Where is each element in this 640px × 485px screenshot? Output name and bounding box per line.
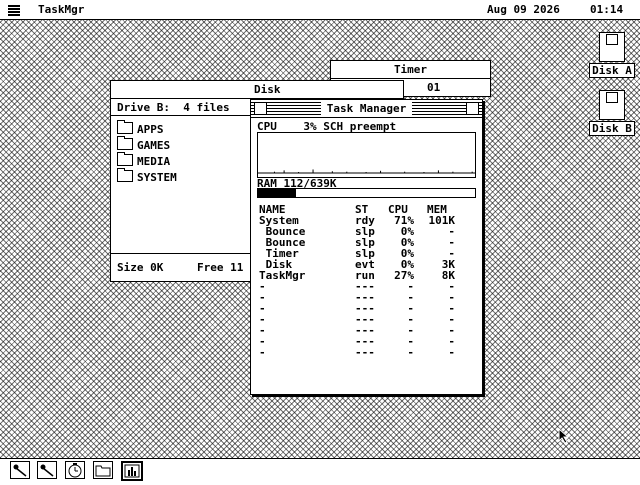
disk-a-icon[interactable]: Disk A bbox=[582, 32, 640, 78]
disk-header: Drive B: 4 files bbox=[117, 101, 230, 114]
ram-usage-bar bbox=[257, 188, 476, 198]
disk-free: Free 11 bbox=[197, 261, 244, 274]
proc-state: --- bbox=[355, 346, 375, 359]
task-manager-window[interactable]: Task Manager CPU 3% SCH preempt RAM 112/… bbox=[250, 99, 483, 395]
cpu-history-graph bbox=[257, 132, 476, 178]
folder-icon bbox=[117, 120, 133, 134]
disk-b-label: Disk B bbox=[589, 121, 635, 136]
taskmgr-titlebar[interactable]: Task Manager bbox=[251, 100, 482, 118]
disk-title: Disk bbox=[254, 83, 281, 96]
app-name[interactable]: TaskMgr bbox=[38, 3, 84, 16]
zoom-box-icon[interactable] bbox=[466, 102, 479, 115]
close-box-icon[interactable] bbox=[254, 102, 267, 115]
disk-b-icon[interactable]: Disk B bbox=[582, 90, 640, 136]
folder-media[interactable]: MEDIA bbox=[117, 152, 170, 168]
clock-time: 01:14 bbox=[590, 3, 624, 16]
system-menu-icon[interactable] bbox=[8, 4, 20, 16]
proc-name: TaskMgr bbox=[259, 269, 306, 282]
clock-date: Aug 09 2026 bbox=[487, 3, 560, 16]
mouse-pointer-icon bbox=[558, 428, 570, 444]
disk-size: Size 0K bbox=[117, 261, 164, 274]
taskbar-timer-icon[interactable] bbox=[65, 461, 85, 479]
timer-readout: 01 bbox=[427, 81, 441, 94]
proc-cpu: - bbox=[407, 346, 414, 359]
disk-titlebar[interactable]: Disk bbox=[111, 81, 403, 99]
cpu-history-chart bbox=[258, 169, 475, 174]
taskbar bbox=[0, 458, 640, 481]
folder-apps[interactable]: APPS bbox=[117, 120, 164, 136]
folder-icon bbox=[117, 168, 133, 182]
taskmgr-title: Task Manager bbox=[320, 102, 413, 115]
timer-title: Timer bbox=[393, 63, 428, 76]
folder-system[interactable]: SYSTEM bbox=[117, 168, 177, 184]
taskbar-disk-folder-icon[interactable] bbox=[93, 461, 113, 479]
disk-a-label: Disk A bbox=[589, 63, 635, 78]
proc-name: - bbox=[259, 346, 266, 359]
taskbar-bounce-icon[interactable] bbox=[10, 461, 30, 479]
floppy-icon bbox=[599, 90, 625, 120]
folder-icon bbox=[117, 136, 133, 150]
taskbar-bounce-icon-2[interactable] bbox=[37, 461, 57, 479]
folder-games[interactable]: GAMES bbox=[117, 136, 170, 152]
menu-bar: TaskMgr Aug 09 2026 01:14 bbox=[0, 0, 640, 20]
timer-titlebar[interactable]: Timer bbox=[331, 61, 490, 79]
floppy-icon bbox=[599, 32, 625, 62]
ram-usage-fill bbox=[258, 189, 297, 197]
taskbar-taskmgr-icon[interactable] bbox=[121, 461, 143, 481]
proc-mem: - bbox=[448, 346, 455, 359]
folder-icon bbox=[117, 152, 133, 166]
